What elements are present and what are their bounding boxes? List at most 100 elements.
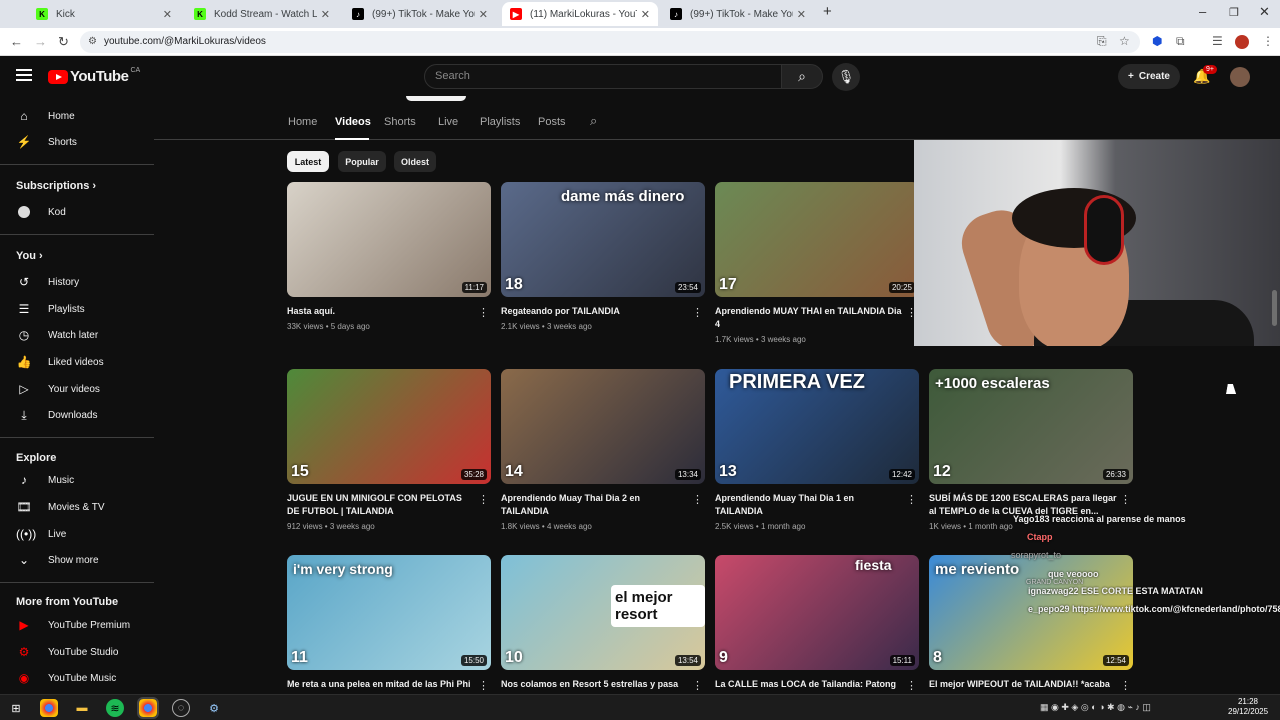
video-thumbnail[interactable]: dame más dinero 18 23:54	[501, 182, 705, 297]
avatar[interactable]	[1230, 67, 1250, 87]
site-info-icon[interactable]: ⚙	[88, 31, 97, 53]
more-actions-icon[interactable]: ⋮	[906, 679, 917, 692]
sidebar-item-shorts[interactable]: ⚡ Shorts	[0, 129, 154, 155]
sidebar-item-kod[interactable]: Kod	[0, 199, 154, 225]
video-card[interactable]: el mejor resort 10 13:54 Nos colamos en Res…	[501, 555, 705, 694]
sidebar-item-youtube-premium[interactable]: ▶ YouTube Premium	[0, 612, 154, 638]
bookmark-star-icon[interactable]: ☆	[1119, 34, 1130, 48]
sidebar-item-downloads[interactable]: ⤓ Downloads	[0, 402, 154, 428]
video-card[interactable]: me reviento 8 12:54 El mejor WIPEOUT de TAI…	[929, 555, 1133, 694]
video-title[interactable]: Hasta aquí.	[287, 305, 491, 318]
more-actions-icon[interactable]: ⋮	[478, 493, 489, 506]
sidebar-item-youtube-studio[interactable]: ⚙ YouTube Studio	[0, 639, 154, 665]
profile-avatar-icon[interactable]	[1235, 35, 1249, 49]
video-title[interactable]: Nos colamos en Resort 5 estrellas y pasa	[501, 678, 705, 691]
menu-icon[interactable]	[16, 69, 32, 81]
video-thumbnail[interactable]: i'm very strong 11 15:50	[287, 555, 491, 670]
more-actions-icon[interactable]: ⋮	[692, 679, 703, 692]
url-bar[interactable]: ⚙ youtube.com/@MarkiLokuras/videos	[80, 31, 1140, 53]
tray-icons[interactable]: ▦ ◉ ✚ ◈ ◎ ◐ ◑ ✱ ◍ ⌁ ♪ ◫	[1040, 702, 1151, 713]
more-actions-icon[interactable]: ⋮	[478, 679, 489, 692]
more-actions-icon[interactable]: ⋮	[1120, 493, 1131, 506]
spotify-icon[interactable]: ≋	[106, 699, 124, 717]
browser-tab[interactable]: ♪ (99+) TikTok - Make Your Day ✕	[344, 2, 496, 26]
file-explorer-icon[interactable]: ▬	[73, 699, 91, 717]
more-actions-icon[interactable]: ⋮	[1120, 679, 1131, 692]
sidebar-item-history[interactable]: ↺ History	[0, 269, 154, 295]
close-tab-icon[interactable]: ✕	[321, 8, 330, 21]
sidebar-item-show-more[interactable]: ⌄ Show more	[0, 547, 154, 573]
minimize-icon[interactable]: –	[1199, 4, 1206, 19]
obs-icon[interactable]: ◌	[172, 699, 190, 717]
media-control-icon[interactable]: ☰	[1212, 34, 1223, 48]
video-thumbnail[interactable]: +1000 escaleras 12 26:33	[929, 369, 1133, 484]
filter-oldest[interactable]: Oldest	[394, 151, 436, 172]
reload-icon[interactable]: ↻	[58, 34, 69, 50]
extension-shield-icon[interactable]: ⬢	[1152, 34, 1162, 48]
tab-live[interactable]: Live	[438, 116, 458, 128]
video-thumbnail[interactable]: PRIMERA VEZ 13 12:42	[715, 369, 919, 484]
browser-menu-icon[interactable]: ⋮	[1262, 34, 1274, 48]
windows-icon[interactable]: ⊞	[7, 699, 25, 717]
sidebar-item-watch-later[interactable]: ◷ Watch later	[0, 322, 154, 348]
close-tab-icon[interactable]: ✕	[479, 8, 488, 21]
you-header[interactable]: You ›	[16, 250, 43, 262]
tab-posts[interactable]: Posts	[538, 116, 566, 128]
new-tab-icon[interactable]: +	[823, 3, 832, 20]
video-title[interactable]: Aprendiendo MUAY THAI en TAILANDIA Dia 4	[715, 305, 919, 331]
video-card[interactable]: i'm very strong 11 15:50 Me reta a una pele…	[287, 555, 491, 694]
forward-icon[interactable]: →	[34, 34, 47, 49]
sidebar-item-movies[interactable]: 🎞 Movies & TV	[0, 494, 154, 520]
subscriptions-header[interactable]: Subscriptions ›	[16, 180, 96, 192]
voice-search-button[interactable]: 🎙	[832, 63, 860, 91]
video-card[interactable]: PRIMERA VEZ 13 12:42 Aprendiendo Muay Thai …	[715, 369, 919, 531]
video-card[interactable]: fiesta 9 15:11 La CALLE mas LOCA de Tailand…	[715, 555, 919, 694]
video-thumbnail[interactable]: 11:17	[287, 182, 491, 297]
close-tab-icon[interactable]: ✕	[797, 8, 806, 21]
video-thumbnail[interactable]: 15 35:28	[287, 369, 491, 484]
filter-latest[interactable]: Latest	[287, 151, 329, 172]
steam-icon[interactable]: ⚙	[205, 699, 223, 717]
video-title[interactable]: La CALLE mas LOCA de Tailandia: Patong	[715, 678, 919, 691]
install-icon[interactable]: ⎘	[1097, 34, 1107, 49]
sidebar-item-youtube-music[interactable]: ◉ YouTube Music	[0, 665, 154, 691]
video-card[interactable]: 17 20:25 Aprendiendo MUAY THAI en TAILANDI…	[715, 182, 919, 344]
create-button[interactable]: + Create	[1118, 64, 1180, 89]
tab-shorts[interactable]: Shorts	[384, 116, 416, 128]
search-button[interactable]: ⌕	[781, 64, 823, 89]
filter-popular[interactable]: Popular	[338, 151, 386, 172]
sidebar-item-home[interactable]: ⌂ Home	[0, 103, 154, 129]
more-actions-icon[interactable]: ⋮	[692, 306, 703, 319]
more-actions-icon[interactable]: ⋮	[906, 493, 917, 506]
video-card[interactable]: 14 13:34 Aprendiendo Muay Thai Dia 2 en TA…	[501, 369, 705, 531]
browser-tab[interactable]: K Kodd Stream - Watch Live on Ki ✕	[186, 2, 338, 26]
tab-home[interactable]: Home	[288, 116, 317, 128]
search-input[interactable]: Search	[424, 64, 782, 89]
extensions-icon[interactable]: ⧉	[1176, 34, 1185, 49]
sidebar-item-music[interactable]: ♪ Music	[0, 467, 154, 493]
video-title[interactable]: JUGUE EN UN MINIGOLF CON PELOTAS DE FUTB…	[287, 492, 491, 518]
browser-tab[interactable]: K Kick ✕	[28, 2, 180, 26]
window-close-icon[interactable]: ✕	[1259, 4, 1270, 20]
video-thumbnail[interactable]: fiesta 9 15:11	[715, 555, 919, 670]
browser-tab[interactable]: ♪ (99+) TikTok - Make Your Day ✕	[662, 2, 814, 26]
browser-tab-active[interactable]: ▶ (11) MarkiLokuras - YouTube ✕	[502, 2, 658, 26]
tab-playlists[interactable]: Playlists	[480, 116, 520, 128]
video-title[interactable]: Aprendiendo Muay Thai Dia 1 en TAILANDIA	[715, 492, 919, 518]
video-thumbnail[interactable]: 17 20:25	[715, 182, 919, 297]
chrome-icon[interactable]	[137, 697, 159, 719]
video-title[interactable]: El mejor WIPEOUT de TAILANDIA!! *acaba	[929, 678, 1133, 691]
video-card[interactable]: 11:17 Hasta aquí. 33K views • 5 days ago ⋮	[287, 182, 491, 331]
back-icon[interactable]: ←	[10, 34, 23, 49]
video-thumbnail[interactable]: el mejor resort 10 13:54	[501, 555, 705, 670]
close-tab-icon[interactable]: ✕	[163, 8, 172, 21]
video-title[interactable]: Regateando por TAILANDIA	[501, 305, 705, 318]
tab-videos[interactable]: Videos	[335, 116, 371, 128]
video-title[interactable]: Me reta a una pelea en mitad de las Phi …	[287, 678, 491, 691]
chrome-icon[interactable]	[40, 699, 58, 717]
sidebar-item-your-videos[interactable]: ▷ Your videos	[0, 376, 154, 402]
more-actions-icon[interactable]: ⋮	[478, 306, 489, 319]
close-tab-icon[interactable]: ✕	[641, 8, 650, 21]
sidebar-item-live[interactable]: ((•)) Live	[0, 521, 154, 547]
video-card[interactable]: dame más dinero 18 23:54 Regateando por TAI…	[501, 182, 705, 331]
